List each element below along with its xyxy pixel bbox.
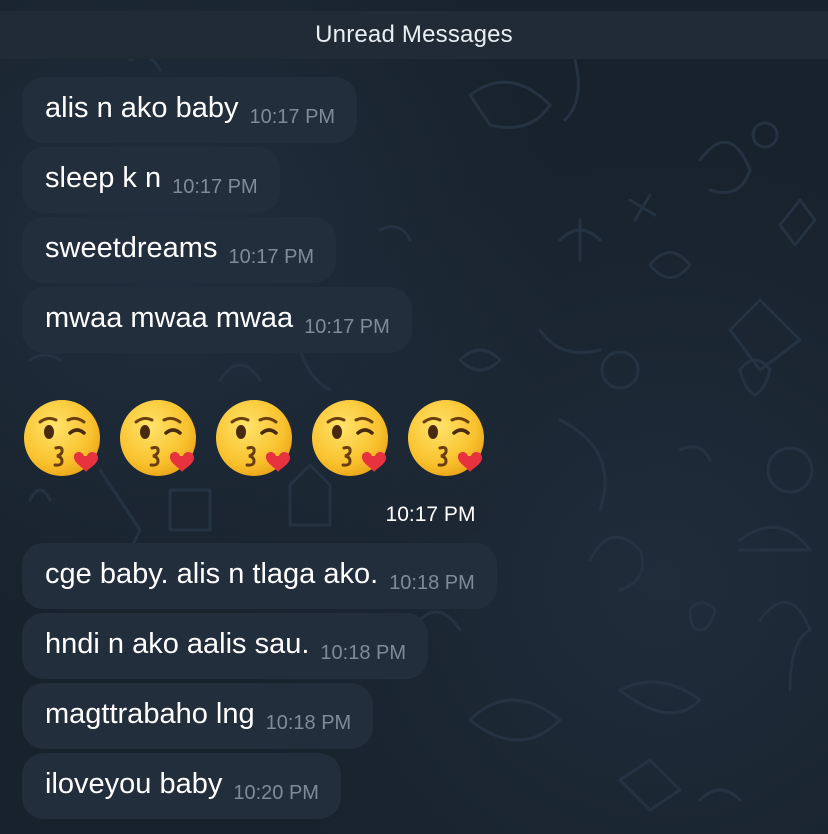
kissing-face-with-heart-icon	[312, 400, 388, 476]
message-time: 10:17 PM	[304, 315, 390, 338]
message-bubble[interactable]: magttrabaho lng 10:18 PM	[22, 683, 374, 749]
unread-messages-divider: Unread Messages	[0, 11, 828, 59]
message-text: cge baby. alis n tlaga ako.	[45, 557, 379, 590]
message-text: alis n ako baby	[45, 91, 239, 124]
emoji-message[interactable]	[22, 398, 486, 478]
message-time: 10:18 PM	[265, 711, 352, 734]
message-bubble[interactable]: hndi n ako aalis sau. 10:18 PM	[22, 613, 429, 679]
kissing-face-with-heart-icon	[216, 400, 292, 476]
kissing-face-with-heart-icon	[120, 400, 196, 476]
message-time: 10:18 PM	[320, 641, 407, 664]
message-text: hndi n ako aalis sau.	[45, 627, 310, 660]
message-text: sweetdreams	[45, 231, 218, 264]
message-bubble[interactable]: iloveyou baby 10:20 PM	[22, 753, 341, 819]
message-time: 10:17 PM	[385, 503, 476, 526]
message-bubble[interactable]: mwaa mwaa mwaa 10:17 PM	[22, 287, 412, 353]
message-bubble[interactable]: sleep k n 10:17 PM	[22, 147, 280, 213]
emoji-message-time: 10:17 PM	[372, 496, 489, 534]
unread-messages-label: Unread Messages	[315, 21, 513, 48]
message-time: 10:17 PM	[249, 105, 336, 128]
message-text: iloveyou baby	[45, 767, 223, 800]
message-time: 10:17 PM	[172, 175, 258, 198]
message-text: mwaa mwaa mwaa	[45, 301, 294, 334]
message-time: 10:18 PM	[389, 571, 475, 594]
message-bubble[interactable]: sweetdreams 10:17 PM	[22, 217, 337, 283]
message-time: 10:17 PM	[228, 245, 315, 268]
message-text: sleep k n	[45, 161, 162, 194]
kissing-face-with-heart-icon	[408, 400, 484, 476]
message-bubble[interactable]: alis n ako baby 10:17 PM	[22, 77, 358, 143]
message-text: magttrabaho lng	[45, 697, 255, 730]
message-time: 10:20 PM	[233, 781, 319, 804]
message-bubble[interactable]: cge baby. alis n tlaga ako. 10:18 PM	[22, 543, 497, 609]
kissing-face-with-heart-icon	[24, 400, 100, 476]
